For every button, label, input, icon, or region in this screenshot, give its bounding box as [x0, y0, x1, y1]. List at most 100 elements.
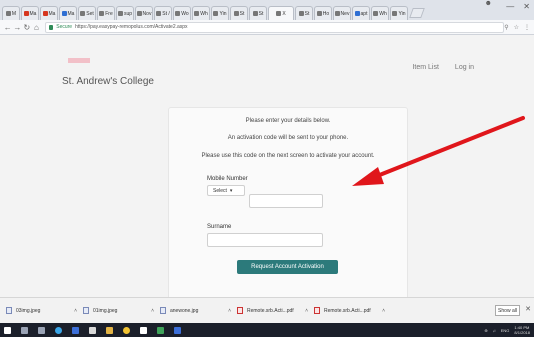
tab-favicon-icon — [373, 11, 379, 16]
country-code-select[interactable]: Select ▾ — [207, 185, 245, 196]
request-activation-button[interactable]: Request Account Activation — [237, 260, 338, 274]
language-indicator[interactable]: ENG — [501, 328, 510, 333]
tab-favicon-icon — [298, 11, 304, 16]
task-view-icon[interactable] — [38, 326, 45, 334]
browser-tab[interactable]: St — [249, 6, 267, 20]
download-item[interactable]: 03img.jpeg ˄ — [6, 307, 83, 314]
tab-label: Fre — [105, 10, 113, 17]
mobile-number-label: Mobile Number — [207, 176, 248, 182]
start-icon[interactable] — [4, 326, 11, 334]
tab-favicon-icon — [392, 11, 398, 16]
select-value: Select — [213, 187, 227, 194]
browser-tab[interactable]: X — [268, 6, 294, 20]
browser-tab[interactable]: Ma — [59, 6, 77, 20]
store-icon[interactable] — [89, 326, 96, 334]
college-name[interactable]: St. Andrew's College — [62, 76, 154, 87]
browser-tab[interactable]: apt — [352, 6, 370, 20]
intro-line-3: Please use this code on the next screen … — [201, 153, 375, 159]
nav-login[interactable]: Log in — [455, 64, 474, 71]
download-filename: anewone.jpg — [170, 307, 199, 314]
show-all-downloads-button[interactable]: Show all — [495, 305, 520, 316]
browser-tab[interactable]: Nov — [135, 6, 153, 20]
tab-favicon-icon — [117, 11, 123, 16]
tab-favicon-icon — [233, 11, 239, 16]
system-tray: ⊕ ♫ ENG 1:40 PM 8/1/2018 — [484, 325, 530, 335]
download-options-icon[interactable]: ˄ — [382, 308, 385, 314]
profile-icon[interactable]: ☻ — [485, 0, 492, 7]
browser-toolbar: ← → ↻ ⌂ Secure https://pay.easypay-remop… — [0, 20, 534, 35]
download-item[interactable]: 01img.jpeg ˄ — [83, 307, 160, 314]
chrome-icon[interactable] — [123, 326, 130, 334]
url-text: https://pay.easypay-remopolus.com/Activa… — [75, 24, 188, 30]
tab-label: Nov — [142, 10, 152, 17]
app-icon[interactable] — [72, 326, 79, 334]
new-tab-button[interactable] — [409, 8, 425, 18]
browser-tab[interactable]: St — [295, 6, 313, 20]
browser-tab[interactable]: Set — [78, 6, 96, 20]
web-page: St. Andrew's College Item List Log in Pl… — [0, 35, 534, 331]
download-bar: 03img.jpeg ˄ 01img.jpeg ˄ anewone.jpg ˄ Remote… — [0, 297, 534, 323]
tab-label: X — [282, 10, 286, 17]
tab-favicon-icon — [213, 11, 219, 16]
tab-favicon-icon — [334, 11, 340, 16]
forward-icon[interactable]: → — [13, 23, 23, 32]
search-icon[interactable] — [21, 326, 28, 334]
tab-label: St — [239, 10, 245, 17]
browser-tab[interactable]: Ma — [40, 6, 58, 20]
word-icon[interactable] — [174, 326, 181, 334]
clock[interactable]: 1:40 PM 8/1/2018 — [514, 325, 530, 335]
download-options-icon[interactable]: ˄ — [74, 308, 77, 314]
file-explorer-icon[interactable] — [106, 326, 113, 334]
home-icon[interactable]: ⌂ — [32, 23, 42, 32]
zoom-icon[interactable]: ⚲ — [504, 24, 508, 31]
browser-tab[interactable]: Yin — [390, 6, 408, 20]
excel-icon[interactable] — [157, 326, 164, 334]
menu-icon[interactable]: ⋮ — [524, 24, 530, 31]
tab-favicon-icon — [252, 11, 258, 16]
download-item[interactable]: anewone.jpg ˄ — [160, 307, 237, 314]
browser-tab[interactable]: Wo — [173, 6, 191, 20]
browser-tab[interactable]: St — [230, 6, 248, 20]
download-filename: Remote.srb.Acti...pdf — [247, 307, 294, 314]
browser-tab[interactable]: St / — [154, 6, 172, 20]
tab-label: Ma — [48, 10, 56, 17]
surname-input[interactable] — [207, 233, 323, 247]
browser-tab[interactable]: Fre — [97, 6, 115, 20]
browser-tab[interactable]: Nev — [333, 6, 351, 20]
network-icon[interactable]: ⊕ — [484, 328, 487, 333]
tab-favicon-icon — [354, 11, 360, 16]
browser-tab[interactable]: Wh — [192, 6, 210, 20]
close-window-icon[interactable]: ✕ — [523, 2, 530, 11]
close-download-bar-icon[interactable]: ✕ — [525, 305, 531, 313]
download-options-icon[interactable]: ˄ — [305, 308, 308, 314]
browser-tab[interactable]: Wh — [371, 6, 389, 20]
download-options-icon[interactable]: ˄ — [228, 308, 231, 314]
download-item[interactable]: Remote.srb.Acti...pdf ˄ — [314, 307, 391, 314]
download-options-icon[interactable]: ˄ — [151, 308, 154, 314]
browser-tab[interactable]: M — [2, 6, 20, 20]
dropdown-caret-icon: ▾ — [229, 187, 233, 194]
browser-tab[interactable]: Yin — [211, 6, 229, 20]
volume-icon[interactable]: ♫ — [493, 328, 496, 333]
windows-taskbar: ⊕ ♫ ENG 1:40 PM 8/1/2018 — [0, 323, 534, 337]
reload-icon[interactable]: ↻ — [22, 23, 32, 32]
back-icon[interactable]: ← — [3, 23, 13, 32]
minimize-icon[interactable]: — — [506, 2, 514, 11]
address-bar[interactable]: Secure https://pay.easypay-remopolus.com… — [45, 21, 505, 33]
intro-line-1: Please enter your details below. — [245, 118, 331, 124]
mobile-number-input[interactable] — [249, 194, 323, 208]
image-file-icon — [6, 307, 12, 314]
tab-label: Ho — [322, 10, 330, 17]
browser-tab[interactable]: Ho — [314, 6, 332, 20]
star-icon[interactable]: ☆ — [514, 24, 519, 31]
mail-icon[interactable] — [140, 326, 147, 334]
edge-icon[interactable] — [55, 326, 62, 334]
browser-tab[interactable]: Ma — [21, 6, 39, 20]
browser-tab[interactable]: sup — [116, 6, 134, 20]
download-item[interactable]: Remote.srb.Acti...pdf ˄ — [237, 307, 314, 314]
tab-label: Set — [86, 10, 94, 17]
image-file-icon — [160, 307, 166, 314]
nav-item-list[interactable]: Item List — [412, 64, 438, 71]
download-filename: 03img.jpeg — [16, 307, 41, 314]
tab-label: Nev — [340, 10, 350, 17]
